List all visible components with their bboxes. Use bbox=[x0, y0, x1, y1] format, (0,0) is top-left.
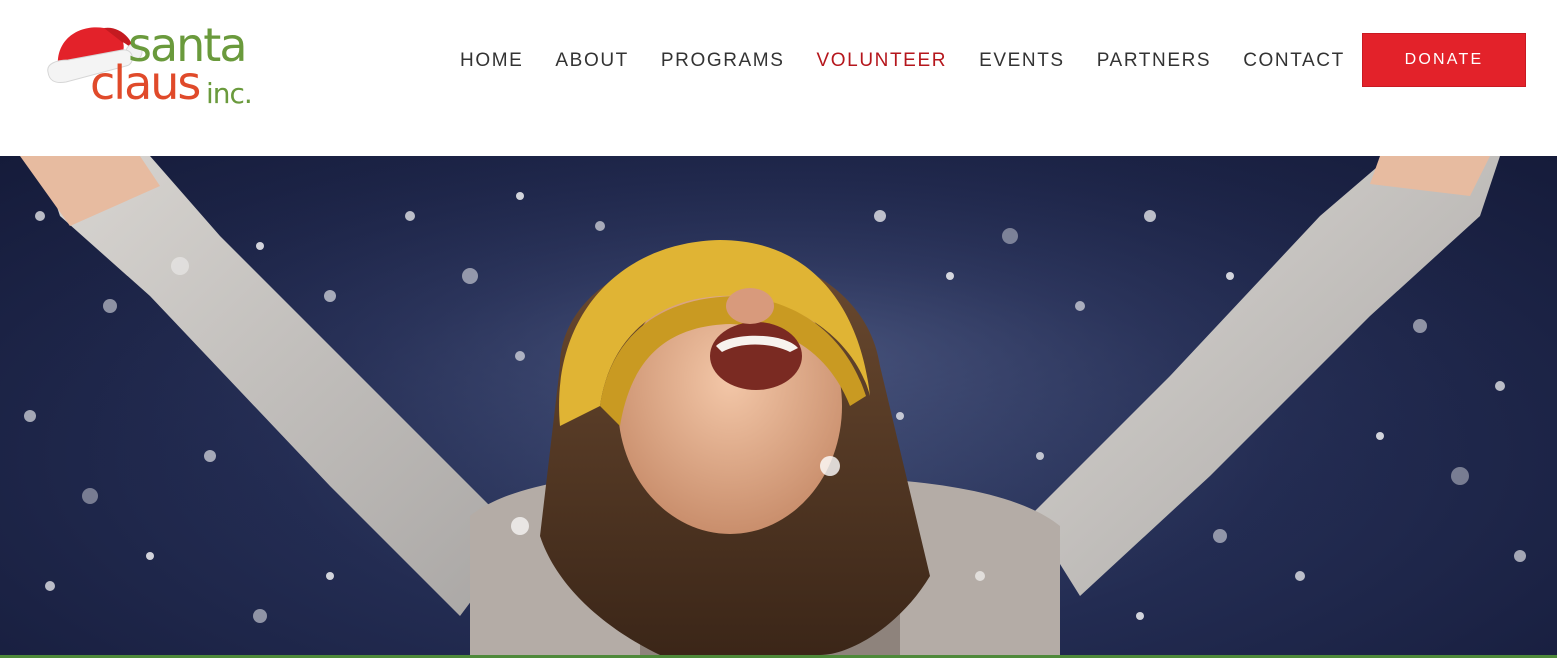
main-nav: HOME ABOUT PROGRAMS VOLUNTEER EVENTS PAR… bbox=[444, 48, 1361, 74]
hero-banner bbox=[0, 156, 1557, 655]
nav-item-home[interactable]: HOME bbox=[444, 48, 539, 74]
site-header: santa claus inc. HOME ABOUT PROGRAMS VOL… bbox=[0, 0, 1557, 156]
site-logo[interactable]: santa claus inc. bbox=[44, 20, 276, 116]
logo-text-claus: claus bbox=[90, 56, 201, 110]
donate-button[interactable]: DONATE bbox=[1362, 33, 1526, 87]
nav-item-partners[interactable]: PARTNERS bbox=[1081, 48, 1228, 74]
nav-item-programs[interactable]: PROGRAMS bbox=[645, 48, 801, 74]
nav-item-events[interactable]: EVENTS bbox=[963, 48, 1081, 74]
hero-photo bbox=[0, 156, 1557, 655]
nav-item-contact[interactable]: CONTACT bbox=[1227, 48, 1361, 74]
logo-text-inc: inc. bbox=[206, 77, 253, 110]
nav-item-volunteer[interactable]: VOLUNTEER bbox=[801, 48, 964, 74]
nav-item-about[interactable]: ABOUT bbox=[539, 48, 644, 74]
